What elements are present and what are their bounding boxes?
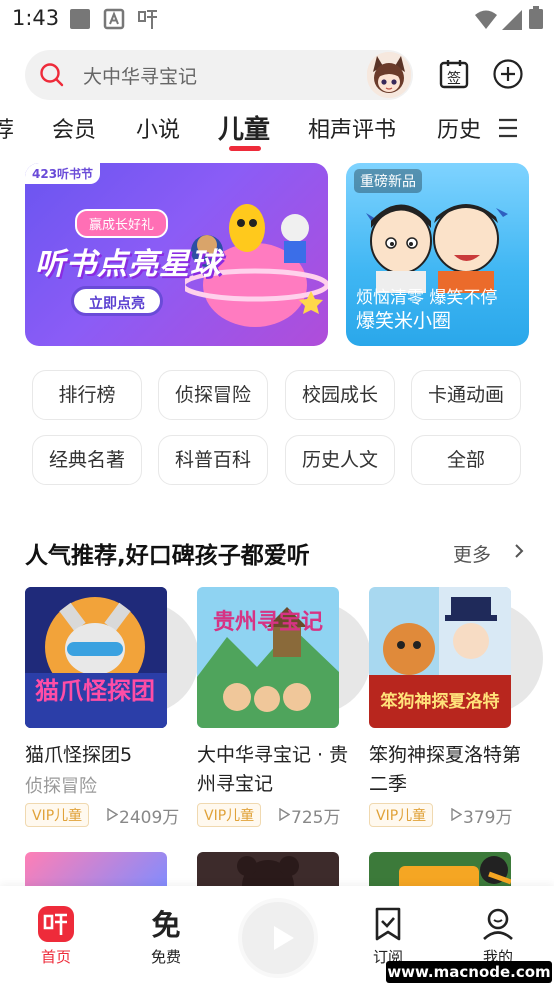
status-time: 1:43 [12, 6, 60, 30]
chip-campus[interactable]: 校园成长 [285, 370, 395, 420]
banner-tagline: 烦恼清零 爆笑不停 [356, 288, 498, 308]
search-icon [40, 63, 64, 87]
cartoon-boys-illustration-icon [366, 204, 508, 293]
album-cover: 猫爪怪探团 [25, 587, 167, 728]
album-cover: 笨狗神探夏洛特 [369, 587, 511, 728]
svg-text:免: 免 [151, 908, 180, 942]
nav-label: 免费 [150, 948, 181, 966]
tab-vip[interactable]: 会员 [52, 112, 96, 144]
checkin-calendar-icon[interactable]: 签 [438, 58, 470, 90]
more-link[interactable]: 更多 [453, 540, 491, 567]
tab-novel[interactable]: 小说 [136, 112, 180, 144]
chip-detective[interactable]: 侦探冒险 [158, 370, 268, 420]
play-count: 2409万 [119, 808, 180, 828]
play-count: 725万 [291, 808, 341, 828]
play-count-icon [451, 808, 462, 821]
album-title: 猫爪怪探团5 [25, 744, 133, 766]
active-tab-indicator [229, 146, 261, 151]
album-title: 大中华寻宝记 · 贵州寻宝记 [197, 744, 349, 795]
play-count-icon [107, 808, 118, 821]
banner-mixiaoquan[interactable]: 重磅新品 烦恼清零 爆笑不停 爆笑米小圈 [346, 163, 529, 346]
banner-new-tag: 重磅新品 [354, 169, 422, 193]
tab-children[interactable]: 儿童 [218, 109, 270, 146]
nav-label: 首页 [40, 948, 71, 966]
chip-cartoon[interactable]: 卡通动画 [411, 370, 521, 420]
search-input[interactable]: 大中华寻宝记 [83, 62, 197, 89]
chip-ranking[interactable]: 排行榜 [32, 370, 142, 420]
chip-all[interactable]: 全部 [411, 435, 521, 485]
light-up-button[interactable]: 立即点亮 [71, 286, 163, 316]
plus-circle-icon[interactable] [492, 58, 524, 90]
search-bar[interactable]: 大中华寻宝记 [25, 50, 413, 100]
cover-title: 笨狗神探夏洛特 [381, 691, 500, 712]
vip-badge: VIP儿童 [25, 803, 90, 827]
album-category: 侦探冒险 [25, 776, 97, 797]
banner-book-title: 爆笑米小圈 [356, 310, 452, 332]
ting-home-icon [38, 906, 74, 942]
section-title: 人气推荐,好口碑孩子都爱听 [25, 543, 310, 569]
album-cover: 贵州寻宝记 [197, 587, 339, 728]
banner-star-planet[interactable]: 423听书节 赢成长好礼 听书点亮星球 立即点亮 [25, 163, 328, 346]
ting-icon [138, 10, 157, 29]
battery-icon [529, 6, 543, 29]
tab-history[interactable]: 历史 [437, 112, 481, 144]
square-icon [70, 9, 90, 29]
checkin-label: 签 [447, 70, 461, 87]
avatar-girl-icon [367, 52, 411, 98]
tab-recommend[interactable]: 荐 [0, 112, 14, 144]
play-icon [274, 926, 294, 950]
mian-free-icon: 免 [151, 908, 180, 942]
chip-history[interactable]: 历史人文 [285, 435, 395, 485]
vip-badge: VIP儿童 [197, 803, 262, 827]
signal-icon [502, 10, 522, 30]
cover-title: 贵州寻宝记 [213, 609, 323, 635]
player-button[interactable] [238, 898, 318, 978]
a-box-icon [103, 8, 125, 30]
play-count-icon [279, 808, 290, 821]
chip-classics[interactable]: 经典名著 [32, 435, 142, 485]
avatar[interactable] [367, 52, 411, 98]
status-bar: 1:43 [0, 0, 554, 40]
chip-science[interactable]: 科普百科 [158, 435, 268, 485]
category-tabs: 荐 会员 小说 儿童 相声评书 历史 [0, 106, 554, 152]
bookmark-check-icon [375, 907, 401, 941]
wifi-icon [475, 10, 497, 29]
chevron-right-icon[interactable] [512, 543, 526, 559]
album-title: 笨狗神探夏洛特第二季 [369, 744, 522, 795]
banner-subtitle: 赢成长好礼 [75, 209, 169, 238]
banner-tag: 423听书节 [25, 163, 101, 184]
watermark: www.macnode.com [386, 961, 552, 983]
profile-icon [483, 908, 513, 940]
banner-title: 听书点亮星球 [35, 247, 221, 282]
cover-title: 猫爪怪探团 [35, 677, 155, 705]
menu-icon[interactable] [496, 116, 520, 140]
play-count: 379万 [463, 808, 513, 828]
tab-crosstalk[interactable]: 相声评书 [308, 112, 396, 144]
vip-badge: VIP儿童 [369, 803, 434, 827]
